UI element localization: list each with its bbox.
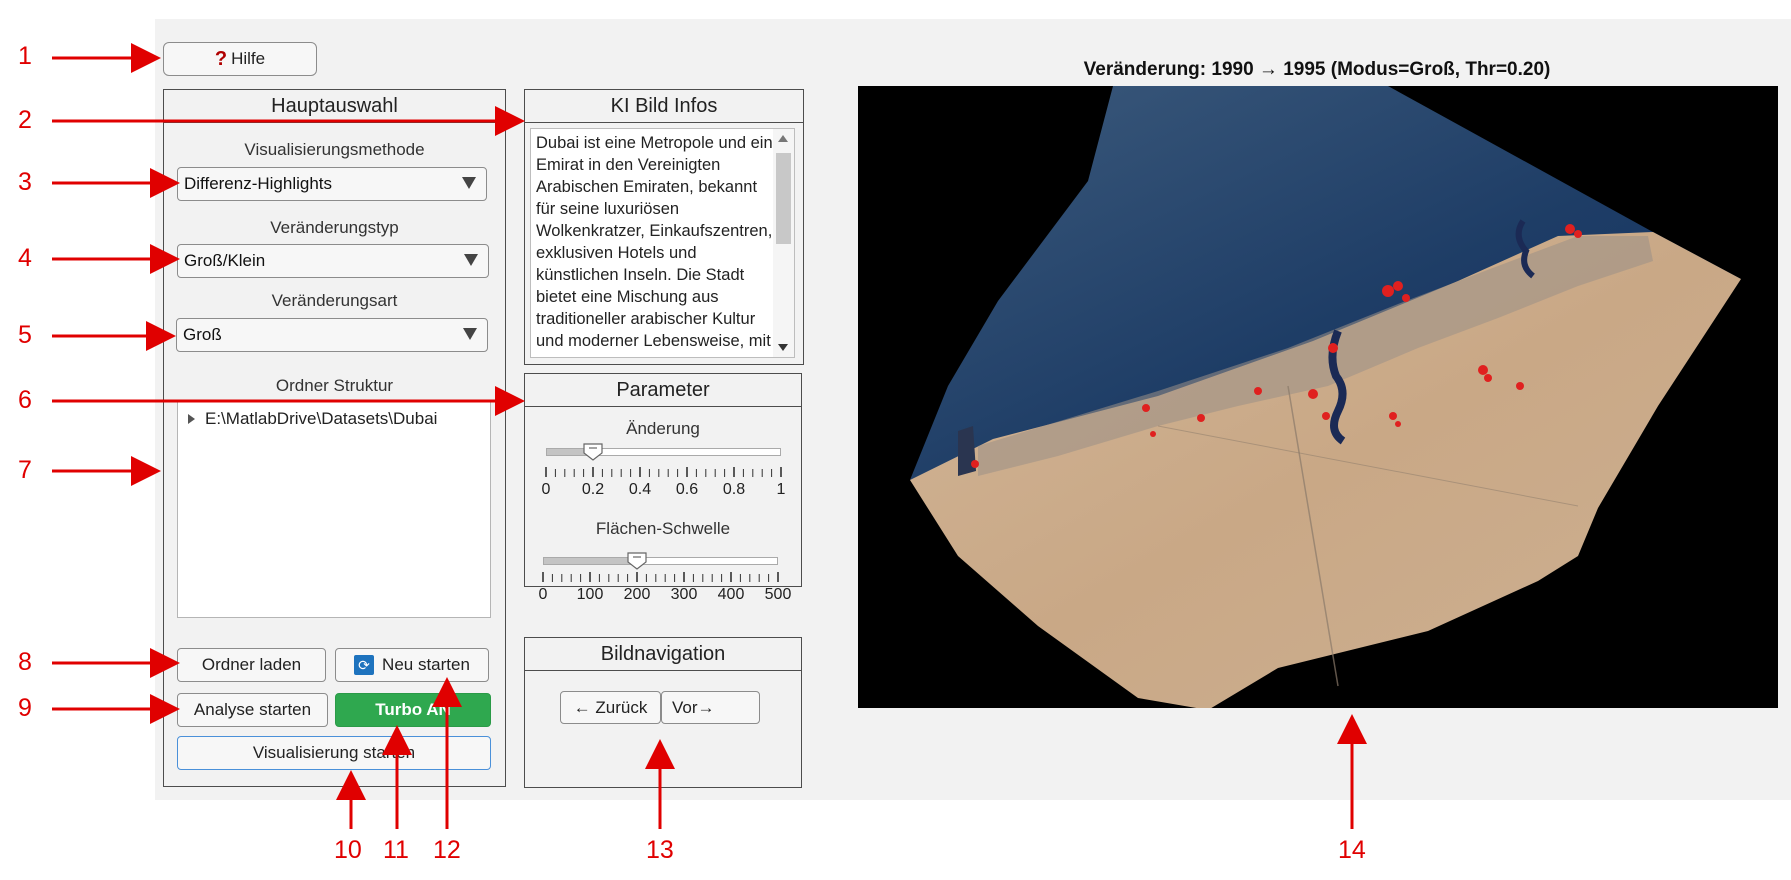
annotation-9: 9 (18, 694, 32, 722)
annotation-7: 7 (18, 456, 32, 484)
annotation-8: 8 (18, 648, 32, 676)
annotation-3: 3 (18, 168, 32, 196)
annotation-11: 11 (383, 836, 409, 864)
annotation-12: 12 (433, 836, 461, 864)
annotation-13: 13 (646, 836, 674, 864)
annotation-14: 14 (1338, 836, 1366, 864)
annotation-1: 1 (18, 42, 32, 70)
annotation-10: 10 (334, 836, 362, 864)
annotation-4: 4 (18, 244, 32, 272)
annotation-2: 2 (18, 106, 32, 134)
annotation-6: 6 (18, 386, 32, 414)
annotation-5: 5 (18, 321, 32, 349)
annotation-arrows (52, 43, 1367, 829)
